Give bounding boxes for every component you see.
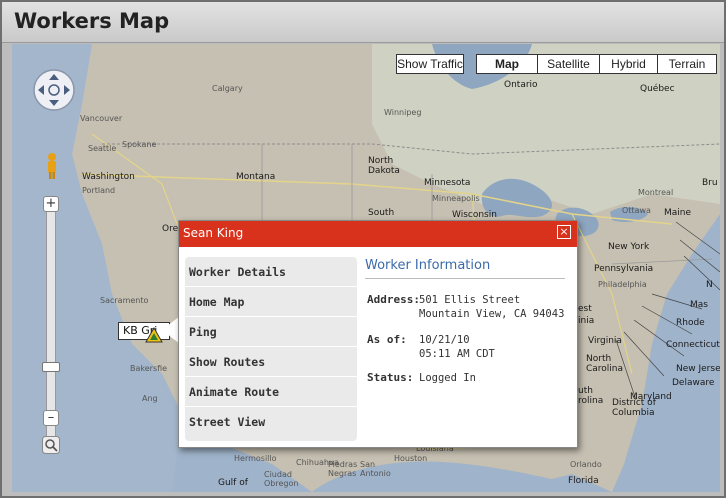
show-traffic-button[interactable]: Show Traffic [396, 54, 464, 74]
zoom-search-icon[interactable] [42, 436, 60, 454]
map-label-houston: Houston [394, 454, 428, 463]
map-label-est: est [578, 304, 592, 314]
map-label-new-jersey: New Jerse [676, 364, 720, 374]
map-label-new-york: New York [608, 242, 650, 252]
pegman-icon[interactable] [46, 152, 58, 180]
map-label-hermosillo: Hermosillo [234, 454, 277, 463]
zoom-in-button[interactable]: + [43, 196, 59, 212]
map-type-hybrid[interactable]: Hybrid [599, 54, 658, 74]
map-label-ottawa: Ottawa [622, 206, 651, 215]
app-window: Workers Map Ontario Québec Calgary Winni… [0, 0, 726, 498]
map-label-rhode: Rhode [676, 318, 705, 328]
map-label-ang: Ang [142, 394, 158, 403]
map-label-orlando: Orlando [570, 460, 602, 469]
menu-ping[interactable]: Ping [185, 317, 357, 347]
map-label-bru: Bru [702, 178, 718, 188]
map-label-quebec: Québec [640, 84, 675, 94]
status-value: Logged In [419, 372, 476, 384]
map-type-map[interactable]: Map [476, 54, 538, 74]
map-label-gulf-of: Gulf of [218, 478, 248, 488]
map-label-virginia: Virginia [588, 336, 622, 346]
zoom-slider-handle[interactable] [42, 362, 60, 372]
as-of-date: 10/21/10 [419, 334, 470, 346]
map-label-south: South [368, 208, 395, 218]
map-label-bakersfield: Bakersfie [130, 364, 168, 373]
map-label-sacramento: Sacramento [100, 296, 149, 305]
map-label-calgary: Calgary [212, 84, 243, 93]
status-label: Status: [367, 371, 414, 384]
address-label: Address: [367, 293, 420, 306]
map-label-ciudad-obregon: Ciudad Obregon [264, 470, 299, 488]
zoom-out-button[interactable]: – [43, 410, 59, 426]
map-label-florida: Florida [568, 476, 599, 486]
address-line2: Mountain View, CA 94043 [419, 308, 565, 320]
page-title: Workers Map [14, 9, 170, 33]
worker-info-window: Sean King × Worker Details Home Map Ping… [178, 220, 578, 448]
worker-marker-icon[interactable] [145, 327, 163, 343]
worker-menu: Worker Details Home Map Ping Show Routes… [185, 257, 357, 441]
map-type-terrain[interactable]: Terrain [657, 54, 717, 74]
map-label-portland: Portland [82, 186, 116, 195]
menu-home-map[interactable]: Home Map [185, 287, 357, 317]
close-icon[interactable]: × [557, 225, 571, 239]
map-label-minnesota: Minnesota [424, 178, 471, 188]
pan-control[interactable] [32, 68, 76, 112]
map-label-mas: Mas [690, 300, 708, 310]
title-bar: Workers Map [2, 2, 724, 43]
map-label-district-of-columbia: District of Columbia [612, 398, 656, 418]
map-label-philadelphia: Philadelphia [598, 280, 647, 289]
map-label-seattle: Seattle [88, 144, 117, 153]
map-label-spokane: Spokane [122, 140, 157, 149]
map-label-north-carolina: North Carolina [586, 354, 624, 374]
map-label-n: N [706, 280, 713, 290]
map-label-south-carolina: uth rolina [578, 386, 604, 406]
map-label-montana: Montana [236, 172, 276, 182]
map-label-connecticut: Connecticut [666, 340, 720, 350]
map-label-wisconsin: Wisconsin [452, 210, 497, 220]
menu-animate-route[interactable]: Animate Route [185, 377, 357, 407]
map-type-satellite[interactable]: Satellite [537, 54, 600, 74]
map-label-ontario: Ontario [504, 80, 538, 90]
map-label-minneapolis: Minneapolis [432, 194, 480, 203]
as-of-time: 05:11 AM CDT [419, 348, 495, 360]
map-label-montreal: Montreal [638, 188, 674, 197]
worker-name: Sean King [183, 226, 244, 240]
menu-worker-details[interactable]: Worker Details [185, 257, 357, 287]
map-label-piedras-negras: Piedras Negras [328, 460, 358, 478]
menu-show-routes[interactable]: Show Routes [185, 347, 357, 377]
map-label-pennsylvania: Pennsylvania [594, 264, 654, 274]
worker-info-title: Worker Information [365, 258, 565, 279]
map-label-maine: Maine [664, 208, 692, 218]
map-label-san-antonio: San Antonio [360, 460, 391, 478]
map-label-winnipeg: Winnipeg [384, 108, 422, 117]
as-of-label: As of: [367, 333, 407, 346]
popup-header: Sean King × [179, 221, 577, 247]
map-label-vancouver: Vancouver [80, 114, 123, 123]
map-label-delaware: Delaware [672, 378, 715, 388]
map-label-north-dakota: North Dakota [368, 156, 400, 176]
address-line1: 501 Ellis Street [419, 294, 521, 306]
menu-street-view[interactable]: Street View [185, 407, 357, 437]
map-label-inia: inia [578, 316, 595, 326]
map-label-washington: Washington [82, 172, 135, 182]
